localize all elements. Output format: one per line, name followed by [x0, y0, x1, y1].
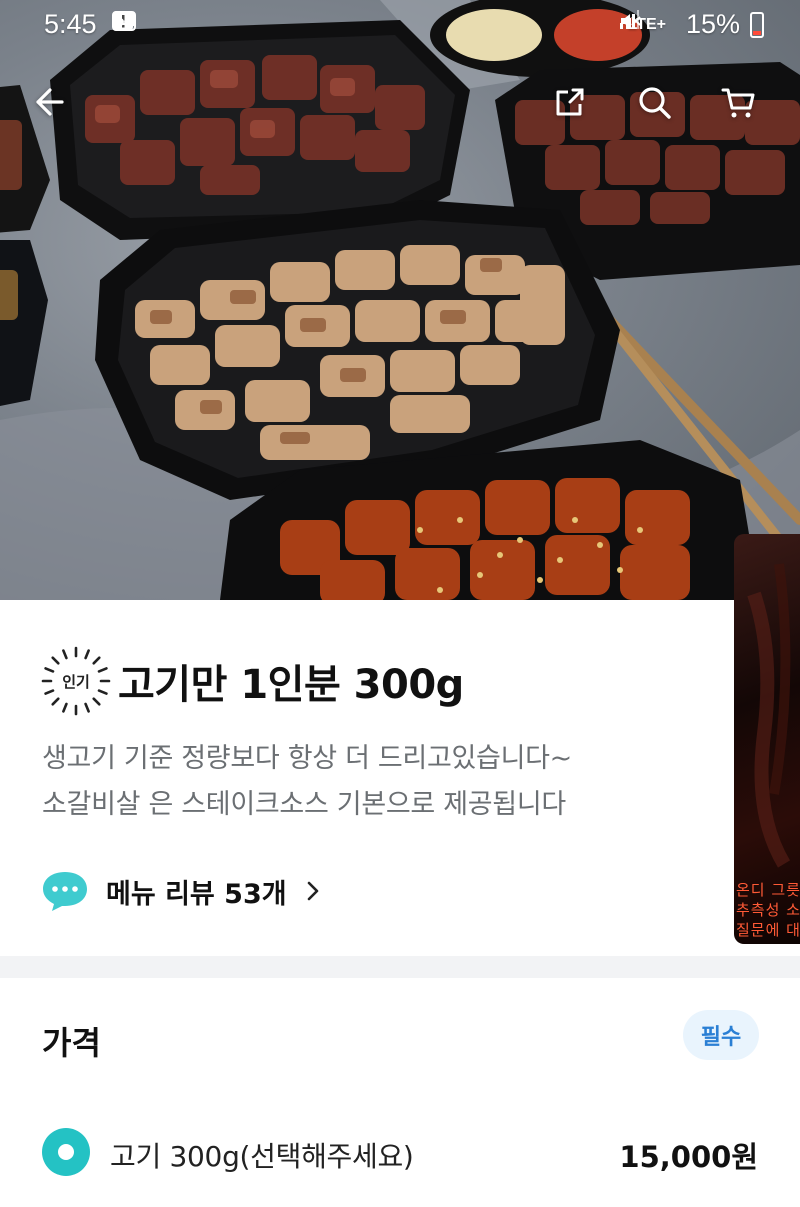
menu-title: 고기만 1인분 300g [118, 662, 464, 708]
video-caption-line: 질문에 대 [736, 921, 800, 939]
required-badge: 필수 [683, 1010, 759, 1060]
video-caption: 온디 그릇 추측성 소 질문에 대 [736, 880, 800, 940]
menu-description: 생고기 기준 정량보다 항상 더 드리고있습니다~ 소갈비살 은 스테이크소스 … [42, 736, 572, 828]
search-button[interactable] [636, 84, 688, 136]
radio-selected-dot [58, 1144, 74, 1160]
description-line: 소갈비살 은 스테이크소스 기본으로 제공됩니다 [42, 789, 566, 820]
alert-notification-icon [113, 10, 174, 36]
option-radio[interactable] [42, 1128, 90, 1176]
menu-photo: 5:45 LTE+ 15% [0, 0, 800, 600]
status-bar: 5:45 LTE+ 15% [0, 0, 800, 52]
video-preview[interactable]: 온디 그릇 추측성 소 질문에 대 [734, 534, 800, 944]
dot-icon [113, 10, 246, 36]
price-section-title: 가격 [42, 1024, 101, 1062]
description-line: 생고기 기준 정량보다 항상 더 드리고있습니다~ [42, 743, 572, 774]
option-price: 15,000원 [619, 1140, 758, 1174]
menu-review-link[interactable]: 메뉴 리뷰 53개 [40, 866, 321, 916]
video-caption-line: 추측성 소 [736, 901, 800, 919]
chat-bubble-icon [43, 872, 87, 911]
battery-icon [750, 11, 764, 38]
status-time: 5:45 [44, 9, 97, 39]
search-icon [639, 87, 671, 119]
chevron-right-icon [307, 881, 318, 901]
battery-percent: 15% [685, 9, 740, 39]
video-caption-line: 온디 그릇 [736, 881, 800, 899]
popular-badge-label: 인기 [62, 672, 90, 691]
share-icon [556, 88, 584, 116]
menu-review-label: 메뉴 리뷰 53개 [106, 878, 287, 910]
popular-badge: 인기 [40, 645, 112, 717]
cart-button[interactable] [720, 84, 772, 136]
option-label[interactable]: 고기 300g(선택해주세요) [110, 1135, 414, 1175]
cart-icon [721, 88, 755, 118]
share-button[interactable] [552, 84, 604, 136]
back-arrow-icon [36, 88, 64, 116]
section-divider [0, 956, 800, 978]
voicemail-icon [112, 10, 210, 36]
back-button[interactable] [30, 84, 82, 136]
